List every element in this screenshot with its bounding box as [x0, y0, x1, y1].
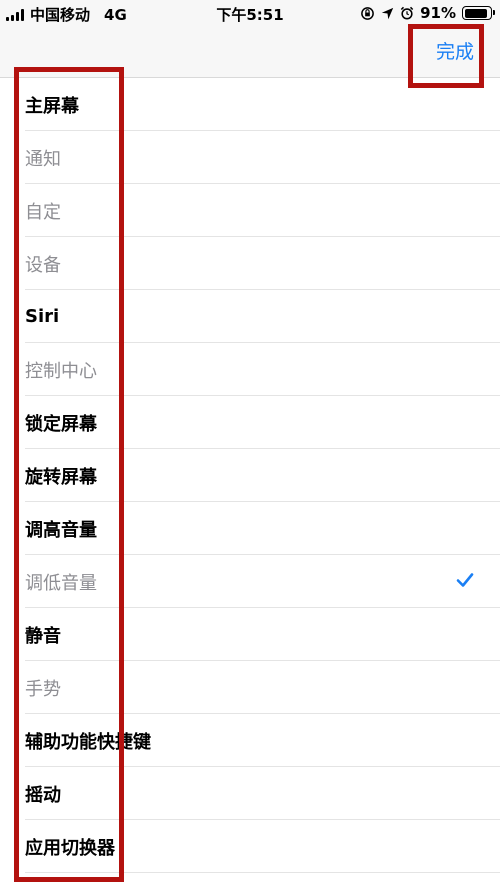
- list-item[interactable]: 旋转屏幕: [0, 449, 500, 502]
- battery-icon: [462, 6, 495, 20]
- list-item[interactable]: 设备: [0, 237, 500, 290]
- done-button[interactable]: 完成: [436, 37, 474, 64]
- list-item-label: 锁定屏幕: [25, 413, 97, 435]
- list-item-label: 调高音量: [25, 519, 97, 541]
- checkmark-icon: [456, 573, 474, 587]
- battery-percent: 91%: [420, 4, 456, 22]
- list-item-label: 主屏幕: [25, 95, 79, 117]
- action-list: 主屏幕通知自定设备 Siri 控制中心锁定屏幕旋转屏幕调高音量调低音量静音手势辅助功…: [0, 78, 500, 873]
- status-bar: 中国移动 4G 下午5:51 91%: [0, 0, 500, 26]
- list-item-label: 摇动: [25, 784, 61, 806]
- list-item-label: 设备: [25, 254, 61, 276]
- list-item-label: Siri: [25, 306, 60, 327]
- list-item-label: 控制中心: [25, 360, 97, 382]
- list-item[interactable]: 主屏幕: [0, 78, 500, 131]
- list-item-label: 静音: [25, 625, 61, 647]
- list-item[interactable]: 辅助功能快捷键: [0, 714, 500, 767]
- location-arrow-icon: [381, 7, 394, 19]
- list-item[interactable]: 调高音量: [0, 502, 500, 555]
- navigation-bar: 完成: [0, 26, 500, 78]
- list-item-label: 手势: [25, 678, 61, 700]
- alarm-clock-icon: [400, 6, 414, 20]
- list-item[interactable]: 锁定屏幕: [0, 396, 500, 449]
- list-item-label: 旋转屏幕: [25, 466, 97, 488]
- list-item[interactable]: Siri: [0, 290, 500, 343]
- list-item[interactable]: 控制中心: [0, 343, 500, 396]
- list-item-label: 调低音量: [25, 572, 97, 594]
- list-item[interactable]: 静音: [0, 608, 500, 661]
- list-item[interactable]: 手势: [0, 661, 500, 714]
- list-item-label: 应用切换器: [25, 837, 115, 859]
- list-item[interactable]: 自定: [0, 184, 500, 237]
- orientation-lock-icon: [361, 6, 374, 20]
- battery-fill: [464, 8, 488, 18]
- status-right: 91%: [360, 4, 495, 22]
- list-item[interactable]: 应用切换器: [0, 820, 500, 873]
- list-item-label: 通知: [25, 148, 61, 170]
- list-item[interactable]: 通知: [0, 131, 500, 184]
- list-item[interactable]: 摇动: [0, 767, 500, 820]
- list-item-label: 自定: [25, 201, 61, 223]
- list-item-label: 辅助功能快捷键: [25, 731, 151, 753]
- list-item[interactable]: 调低音量: [0, 555, 500, 608]
